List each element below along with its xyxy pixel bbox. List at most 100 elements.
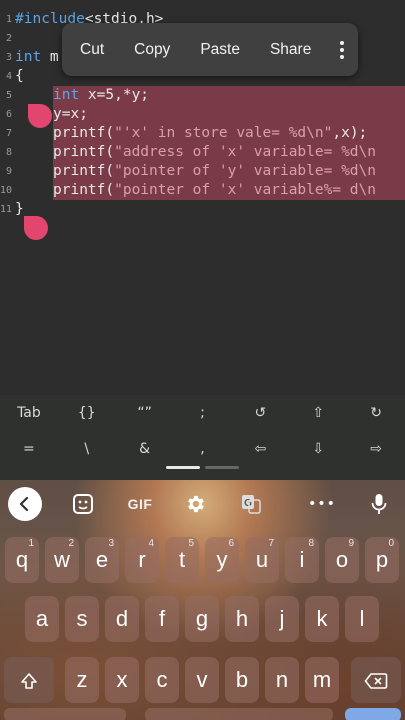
extra-key[interactable]: ⇩ xyxy=(289,441,347,457)
key-e[interactable]: e3 xyxy=(85,537,119,583)
code-line[interactable]: 11} xyxy=(0,200,405,219)
cut-button[interactable]: Cut xyxy=(62,23,119,76)
key-z[interactable]: z xyxy=(65,657,99,703)
code-line[interactable]: 6 y=x; xyxy=(0,105,405,124)
key-hint: 9 xyxy=(348,538,354,549)
extra-key[interactable]: ⇦ xyxy=(231,441,289,457)
space-bar[interactable] xyxy=(145,708,333,720)
extra-key[interactable]: ⇧ xyxy=(289,405,347,421)
code-line[interactable]: 7 printf("'x' in store vale= %d\n",x); xyxy=(0,124,405,143)
key-l[interactable]: l xyxy=(345,596,379,642)
code-text: printf("pointer of 'y' variable= %d\n xyxy=(53,163,377,179)
key-n[interactable]: n xyxy=(265,657,299,703)
key-label: g xyxy=(195,606,209,631)
key-label: h xyxy=(235,606,249,631)
key-label: l xyxy=(359,606,365,631)
copy-button[interactable]: Copy xyxy=(119,23,185,76)
key-hint: 6 xyxy=(228,538,234,549)
key-h[interactable]: h xyxy=(225,596,259,642)
voice-input-button[interactable] xyxy=(366,487,392,521)
key-label: r xyxy=(138,547,146,572)
key-label: n xyxy=(275,667,289,692)
key-label: x xyxy=(116,667,128,692)
key-g[interactable]: g xyxy=(185,596,219,642)
line-number: 7 xyxy=(5,128,12,139)
key-label: w xyxy=(54,547,70,572)
paste-button[interactable]: Paste xyxy=(185,23,255,76)
key-hint: 2 xyxy=(68,538,74,549)
keyboard-back-button[interactable] xyxy=(8,487,42,521)
translate-icon: G xyxy=(242,495,261,514)
extra-key[interactable]: & xyxy=(116,441,174,457)
key-m[interactable]: m xyxy=(305,657,339,703)
code-line[interactable]: 5 int x=5,*y; xyxy=(0,86,405,105)
code-text: printf("'x' in store vale= %d\n",x); xyxy=(53,125,368,141)
key-label: t xyxy=(178,547,186,572)
backspace-key[interactable] xyxy=(351,657,401,703)
key-f[interactable]: f xyxy=(145,596,179,642)
extra-key[interactable]: , xyxy=(174,441,232,457)
key-r[interactable]: r4 xyxy=(125,537,159,583)
key-u[interactable]: u7 xyxy=(245,537,279,583)
key-x[interactable]: x xyxy=(105,657,139,703)
key-hint: 5 xyxy=(188,538,194,549)
key-label: v xyxy=(196,667,208,692)
key-label: b xyxy=(235,667,249,692)
extra-key[interactable]: \ xyxy=(58,441,116,457)
backspace-icon xyxy=(364,673,388,689)
key-hint: 0 xyxy=(388,538,394,549)
selection-start-handle[interactable] xyxy=(28,104,52,128)
key-hint: 3 xyxy=(108,538,114,549)
key-label: f xyxy=(158,606,166,631)
key-w[interactable]: w2 xyxy=(45,537,79,583)
key-t[interactable]: t5 xyxy=(165,537,199,583)
code-line[interactable]: 10 printf("pointer of 'x' variable%= d\n xyxy=(0,181,405,200)
code-line[interactable]: 8 printf("address of 'x' variable= %d\n xyxy=(0,143,405,162)
key-y[interactable]: y6 xyxy=(205,537,239,583)
share-button[interactable]: Share xyxy=(255,23,326,76)
code-line[interactable]: 9 printf("pointer of 'y' variable= %d\n xyxy=(0,162,405,181)
extra-key[interactable]: Tab xyxy=(0,405,58,421)
extra-key[interactable]: “” xyxy=(116,405,174,421)
line-number: 10 xyxy=(0,185,13,196)
selection-end-handle[interactable] xyxy=(24,216,48,240)
shift-key[interactable] xyxy=(4,657,54,703)
sticker-button[interactable] xyxy=(68,487,98,521)
key-a[interactable]: a xyxy=(25,596,59,642)
sticker-icon xyxy=(73,494,93,514)
key-c[interactable]: c xyxy=(145,657,179,703)
shift-icon xyxy=(21,673,37,689)
key-p[interactable]: p0 xyxy=(365,537,399,583)
extra-key[interactable]: ↻ xyxy=(347,405,405,421)
extra-key[interactable]: {} xyxy=(58,405,116,421)
extra-key[interactable]: ; xyxy=(174,405,232,421)
key-label: c xyxy=(156,667,168,692)
extra-key[interactable]: ↺ xyxy=(231,405,289,421)
code-text: int m xyxy=(15,49,59,65)
key-label: p xyxy=(375,547,389,572)
key-label: m xyxy=(312,667,332,692)
soft-keyboard: GIF G ••• q1w2e3r4t5y6u7i8o9p0asdfghjklz… xyxy=(0,480,405,720)
bottom-row-keys[interactable] xyxy=(4,708,126,720)
extra-key[interactable]: = xyxy=(0,441,58,457)
key-v[interactable]: v xyxy=(185,657,219,703)
key-q[interactable]: q1 xyxy=(5,537,39,583)
enter-key[interactable] xyxy=(345,708,401,720)
key-label: q xyxy=(15,547,29,572)
more-tools-button[interactable]: ••• xyxy=(306,487,338,521)
extra-key[interactable]: ⇨ xyxy=(347,441,405,457)
key-o[interactable]: o9 xyxy=(325,537,359,583)
key-k[interactable]: k xyxy=(305,596,339,642)
key-label: i xyxy=(299,547,305,572)
code-text: printf("pointer of 'x' variable%= d\n xyxy=(53,182,377,198)
key-hint: 7 xyxy=(268,538,274,549)
gif-button[interactable]: GIF xyxy=(122,487,158,521)
key-s[interactable]: s xyxy=(65,596,99,642)
more-options-icon[interactable] xyxy=(326,40,358,59)
key-j[interactable]: j xyxy=(265,596,299,642)
key-i[interactable]: i8 xyxy=(285,537,319,583)
key-b[interactable]: b xyxy=(225,657,259,703)
translate-button[interactable]: G xyxy=(238,487,264,521)
key-d[interactable]: d xyxy=(105,596,139,642)
settings-button[interactable] xyxy=(181,487,211,521)
